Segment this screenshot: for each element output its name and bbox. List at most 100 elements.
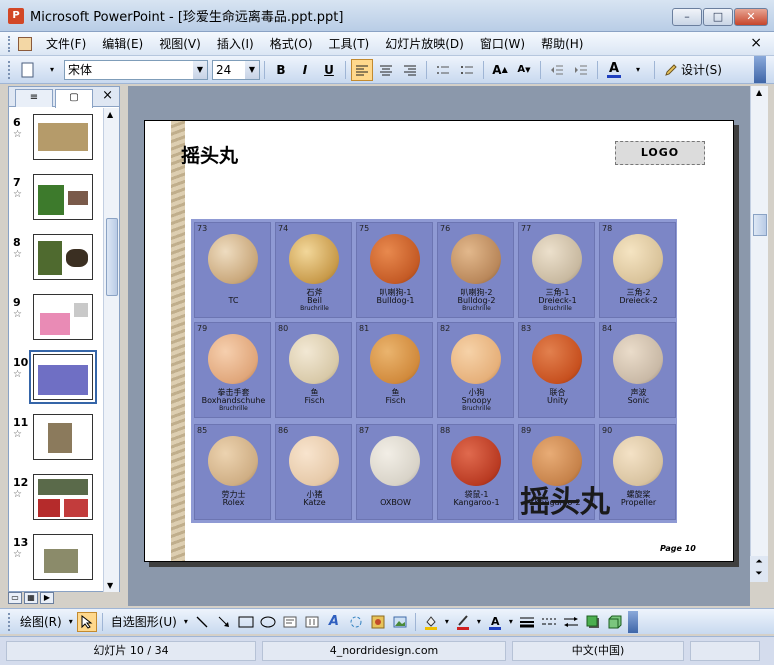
select-pointer-icon[interactable] bbox=[76, 611, 97, 632]
arrow-tool-icon[interactable] bbox=[214, 612, 234, 632]
menu-help[interactable]: 帮助(H) bbox=[533, 35, 591, 52]
line-color-icon[interactable] bbox=[453, 612, 473, 632]
dropdown-icon[interactable]: ▾ bbox=[507, 612, 515, 632]
menu-tools[interactable]: 工具(T) bbox=[321, 35, 378, 52]
slide-thumbnail-7[interactable]: 7 ☆ bbox=[9, 174, 105, 230]
numbering-button[interactable] bbox=[432, 59, 454, 81]
new-slide-icon[interactable] bbox=[17, 59, 39, 81]
close-document-button[interactable]: × bbox=[750, 35, 762, 51]
fill-color-icon[interactable] bbox=[421, 612, 441, 632]
font-size-combo[interactable]: 24 ▼ bbox=[212, 59, 260, 80]
slide-thumbnail-13[interactable]: 13 ☆ bbox=[9, 534, 105, 590]
draw-font-color-icon[interactable]: A bbox=[485, 612, 505, 632]
rectangle-tool-icon[interactable] bbox=[236, 612, 256, 632]
decrease-font-size-button[interactable]: A ▼ bbox=[513, 59, 535, 81]
minimize-button[interactable]: – bbox=[672, 8, 702, 26]
font-name-combo[interactable]: 宋体 ▼ bbox=[64, 59, 208, 80]
bold-button[interactable]: B bbox=[270, 59, 292, 81]
slide-thumbnail-10[interactable]: 10 ☆ bbox=[9, 350, 105, 410]
slide-title[interactable]: 摇头丸 bbox=[181, 141, 238, 168]
menu-slideshow[interactable]: 幻灯片放映(D) bbox=[377, 35, 472, 52]
close-window-button[interactable]: ✕ bbox=[734, 8, 768, 26]
insert-picture-icon[interactable] bbox=[390, 612, 410, 632]
menu-file[interactable]: 文件(F) bbox=[38, 35, 94, 52]
dropdown-icon[interactable]: ▾ bbox=[475, 612, 483, 632]
dropdown-icon[interactable]: ▾ bbox=[443, 612, 451, 632]
scroll-up-icon[interactable]: ▲ bbox=[756, 88, 762, 97]
normal-view-icon[interactable]: ▭ bbox=[8, 592, 22, 604]
menu-grip[interactable] bbox=[8, 35, 14, 52]
dash-style-icon[interactable] bbox=[539, 612, 559, 632]
maximize-button[interactable]: □ bbox=[703, 8, 733, 26]
slide-thumbnail-9[interactable]: 9 ☆ bbox=[9, 294, 105, 350]
underline-button[interactable]: U bbox=[318, 59, 340, 81]
menu-window[interactable]: 窗口(W) bbox=[472, 35, 533, 52]
arrow-style-icon[interactable] bbox=[561, 612, 581, 632]
align-right-button[interactable] bbox=[399, 59, 421, 81]
thumbnail-list: 6 ☆ 7 ☆ 8 ☆ 9 ☆ 10 ☆ 11 ☆ 12 ☆ 13 ☆ bbox=[9, 108, 105, 592]
slide-thumbnail-11[interactable]: 11 ☆ bbox=[9, 414, 105, 470]
toolbar-grip[interactable] bbox=[8, 612, 12, 631]
shadow-style-icon[interactable] bbox=[583, 612, 603, 632]
slide-scrollbar[interactable]: ▲ bbox=[750, 86, 768, 582]
slide-thumbnail-12[interactable]: 12 ☆ bbox=[9, 474, 105, 530]
menu-format[interactable]: 格式(O) bbox=[262, 35, 321, 52]
bullets-button[interactable] bbox=[456, 59, 478, 81]
toolbar-options-button[interactable] bbox=[754, 56, 766, 83]
thumbnail-scrollbar[interactable]: ▲ ▼ bbox=[103, 108, 119, 592]
menu-edit[interactable]: 编辑(E) bbox=[94, 35, 151, 52]
menu-insert[interactable]: 插入(I) bbox=[209, 35, 262, 52]
slide-number: 13 bbox=[13, 536, 29, 549]
overlay-title[interactable]: 摇头丸 bbox=[520, 477, 610, 521]
close-pane-button[interactable]: × bbox=[102, 88, 113, 103]
draw-menu-button[interactable]: 绘图(R) bbox=[16, 613, 66, 630]
design-label: 设计(S) bbox=[681, 63, 722, 77]
font-color-button[interactable]: A bbox=[603, 59, 625, 81]
previous-slide-icon[interactable]: ⏶ bbox=[750, 556, 768, 568]
scrollbar-thumb[interactable] bbox=[106, 218, 118, 296]
diagram-icon[interactable] bbox=[346, 612, 366, 632]
dropdown-icon[interactable]: ▾ bbox=[67, 612, 75, 632]
autoshapes-button[interactable]: 自选图形(U) bbox=[107, 613, 181, 630]
pill-name-note: Bruchrille bbox=[300, 305, 329, 312]
italic-button[interactable]: I bbox=[294, 59, 316, 81]
textbox-tool-icon[interactable] bbox=[280, 612, 300, 632]
chevron-down-icon[interactable]: ▼ bbox=[193, 60, 207, 79]
oval-tool-icon[interactable] bbox=[258, 612, 278, 632]
scroll-up-icon[interactable]: ▲ bbox=[107, 110, 113, 119]
chevron-down-icon[interactable]: ▼ bbox=[245, 60, 259, 79]
slide-canvas[interactable]: 摇头丸 LOGO 73 TC 74 石斧 Beil Bruchrille 75 … bbox=[144, 120, 734, 562]
toolbar-options-button[interactable] bbox=[627, 610, 638, 633]
slides-tab[interactable]: ▢ bbox=[55, 89, 93, 108]
next-slide-icon[interactable]: ⏷ bbox=[750, 568, 768, 580]
align-left-button[interactable] bbox=[351, 58, 373, 81]
line-style-icon[interactable] bbox=[517, 612, 537, 632]
3d-style-icon[interactable] bbox=[605, 612, 625, 632]
align-center-button[interactable] bbox=[375, 59, 397, 81]
document-icon[interactable] bbox=[18, 36, 32, 51]
outline-tab[interactable]: ≡ bbox=[15, 89, 53, 107]
design-button[interactable]: 设计(S) bbox=[660, 59, 726, 81]
scroll-down-icon[interactable]: ▼ bbox=[107, 581, 113, 590]
dropdown-icon[interactable]: ▾ bbox=[41, 59, 63, 81]
scrollbar-thumb[interactable] bbox=[753, 214, 767, 236]
decrease-indent-button[interactable] bbox=[546, 59, 568, 81]
increase-font-size-button[interactable]: A ▲ bbox=[489, 59, 511, 81]
slideshow-icon[interactable]: ▶ bbox=[40, 592, 54, 604]
font-color-dropdown-icon[interactable]: ▾ bbox=[627, 59, 649, 81]
slide-thumbnail-8[interactable]: 8 ☆ bbox=[9, 234, 105, 290]
slide-sorter-icon[interactable]: ▦ bbox=[24, 592, 38, 604]
logo-placeholder[interactable]: LOGO bbox=[615, 141, 705, 165]
slide-number: 9 bbox=[13, 296, 21, 309]
clipart-icon[interactable] bbox=[368, 612, 388, 632]
vertical-textbox-icon[interactable] bbox=[302, 612, 322, 632]
pill-number: 86 bbox=[278, 426, 289, 435]
menu-view[interactable]: 视图(V) bbox=[151, 35, 209, 52]
dropdown-icon[interactable]: ▾ bbox=[182, 612, 190, 632]
increase-indent-button[interactable] bbox=[570, 59, 592, 81]
toolbar-grip[interactable] bbox=[8, 60, 12, 79]
wordart-icon[interactable]: A bbox=[324, 612, 344, 632]
slide-thumbnail-6[interactable]: 6 ☆ bbox=[9, 114, 105, 170]
pill-image bbox=[370, 436, 420, 486]
line-tool-icon[interactable] bbox=[192, 612, 212, 632]
